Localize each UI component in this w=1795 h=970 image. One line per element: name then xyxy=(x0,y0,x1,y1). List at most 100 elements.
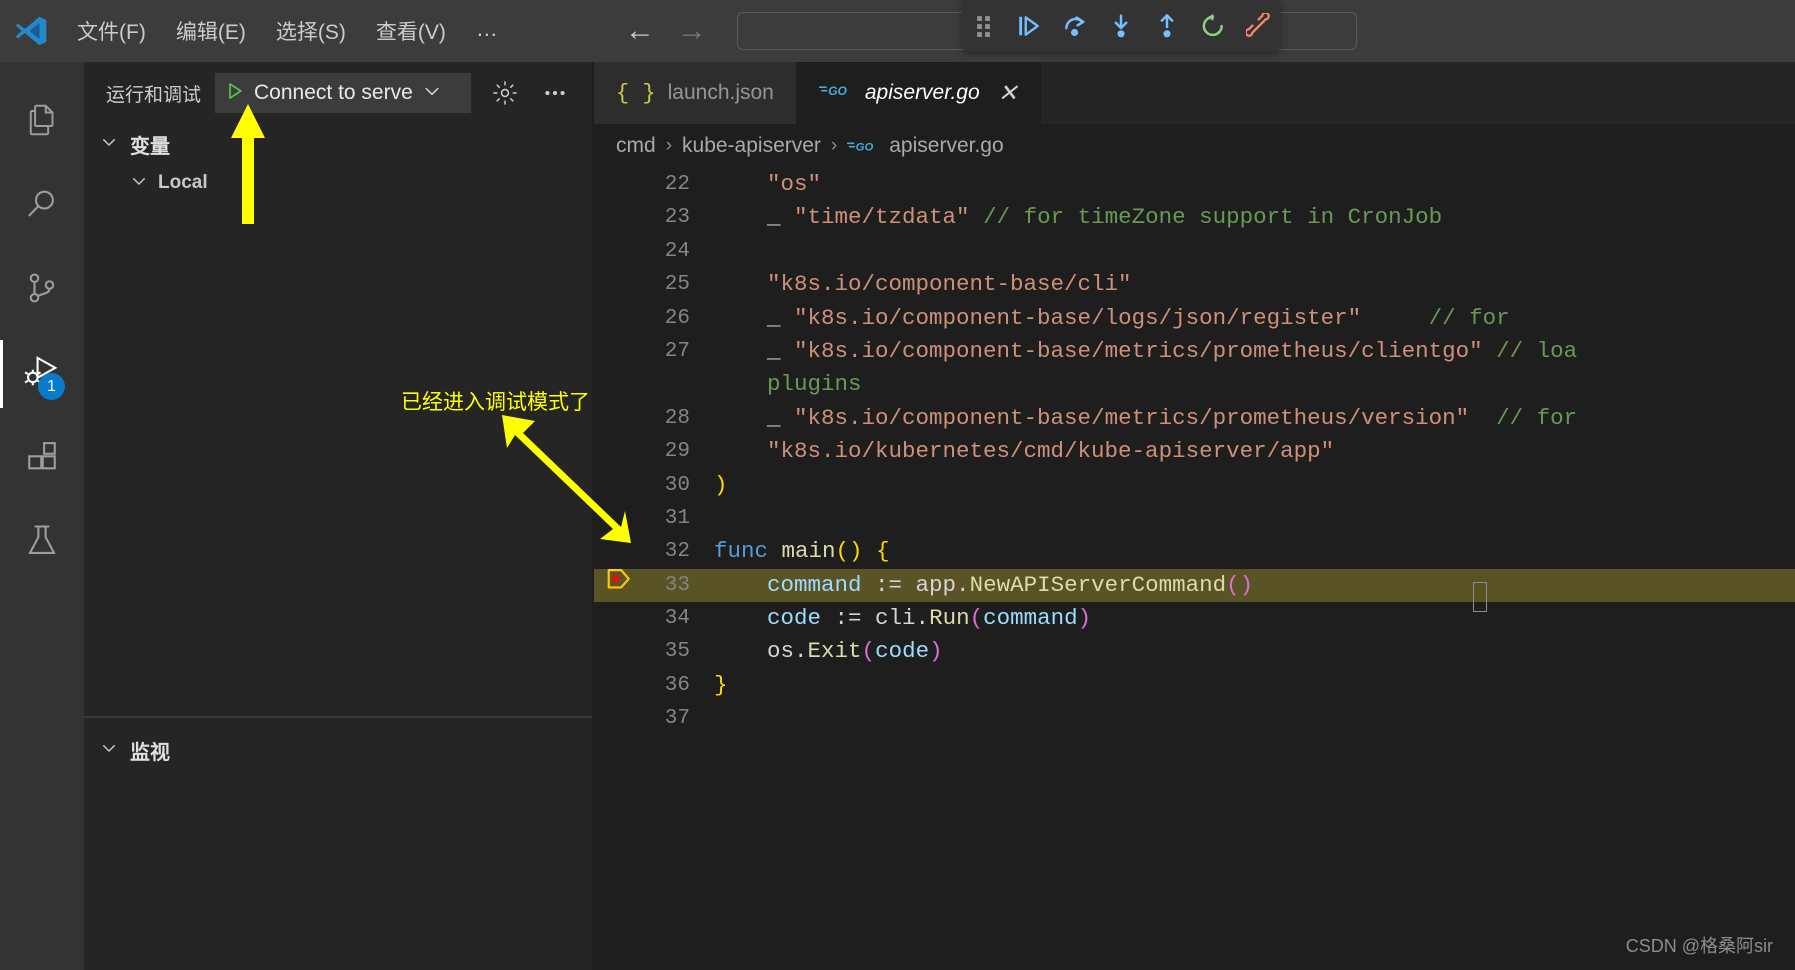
code-line[interactable]: 30) xyxy=(594,469,1795,502)
chevron-down-icon[interactable] xyxy=(422,81,442,106)
drag-handle-icon[interactable] xyxy=(963,6,1003,46)
code-line[interactable]: plugins xyxy=(594,368,1795,401)
watch-section: 监视 xyxy=(84,717,594,770)
tab-launch-json[interactable]: { } launch.json xyxy=(594,62,797,124)
code-line-text: "os" xyxy=(767,171,822,197)
line-number-gutter[interactable]: 22 xyxy=(594,168,706,201)
line-number-gutter[interactable]: 34 xyxy=(594,602,706,635)
code-line[interactable]: 33 command := app.NewAPIServerCommand() xyxy=(594,568,1795,603)
line-number-gutter[interactable]: 36 xyxy=(594,669,706,702)
disconnect-icon[interactable] xyxy=(1239,6,1279,46)
watch-section-title: 监视 xyxy=(130,741,170,764)
sidebar-item-run-and-debug[interactable]: 1 xyxy=(0,332,84,416)
step-into-icon[interactable] xyxy=(1101,6,1141,46)
title-bar: 文件(F) 编辑(E) 选择(S) 查看(V) … ← → xyxy=(0,0,1795,62)
code-line[interactable]: 34 code := cli.Run(command) xyxy=(594,602,1795,635)
code-line-text: code := cli.Run(command) xyxy=(767,605,1092,632)
sidebar-item-explorer[interactable] xyxy=(0,80,84,164)
line-number-gutter[interactable]: 31 xyxy=(594,502,706,535)
code-line[interactable]: 37 xyxy=(594,702,1795,735)
code-line[interactable]: 31 xyxy=(594,502,1795,535)
line-number-gutter[interactable]: 30 xyxy=(594,469,706,502)
code-line-text: _ "k8s.io/component-base/metrics/prometh… xyxy=(767,337,1578,364)
search-icon xyxy=(24,186,60,227)
menu-selection[interactable]: 选择(S) xyxy=(263,12,359,50)
navigation-arrows: ← → xyxy=(623,16,709,46)
code-line-text: } xyxy=(714,671,728,698)
menu-view[interactable]: 查看(V) xyxy=(363,12,459,50)
code-line[interactable]: 27 _ "k8s.io/component-base/metrics/prome… xyxy=(594,335,1795,368)
line-number-gutter[interactable]: 29 xyxy=(594,435,706,468)
line-number-gutter[interactable]: 25 xyxy=(594,268,706,301)
chevron-down-icon[interactable] xyxy=(98,739,120,761)
menu-more[interactable]: … xyxy=(463,16,513,46)
chevron-down-icon[interactable] xyxy=(130,172,148,195)
variables-scope-local[interactable]: Local xyxy=(84,164,594,202)
beaker-icon xyxy=(24,522,60,563)
launch-configuration-select[interactable]: Connect to serve xyxy=(215,73,472,113)
code-line[interactable]: 32 func main() { xyxy=(594,535,1795,568)
restart-icon[interactable] xyxy=(1193,6,1233,46)
variables-section-title: 变量 xyxy=(130,135,170,158)
line-number-gutter[interactable]: 28 xyxy=(594,402,706,435)
step-out-icon[interactable] xyxy=(1147,6,1187,46)
play-icon[interactable] xyxy=(225,81,245,106)
code-line[interactable]: 23 _ "time/tzdata" // for timeZone suppor… xyxy=(594,201,1795,234)
editor-area: { } launch.json GO apiserver.go ✕ cmd › … xyxy=(594,62,1795,970)
debug-toolbar xyxy=(962,0,1280,52)
sidebar-title: 运行和调试 xyxy=(106,84,202,106)
tab-apiserver-go[interactable]: GO apiserver.go ✕ xyxy=(796,62,1041,124)
code-line[interactable]: 22 "os" xyxy=(594,168,1795,201)
line-number-gutter[interactable]: 24 xyxy=(594,235,706,268)
gear-icon[interactable] xyxy=(483,71,527,115)
close-icon[interactable]: ✕ xyxy=(998,79,1018,108)
code-line[interactable]: 36} xyxy=(594,669,1795,702)
line-number-gutter[interactable]: 33 xyxy=(594,569,706,602)
breadcrumb-item-kube-apiserver[interactable]: kube-apiserver xyxy=(682,134,821,158)
code-line[interactable]: 29 "k8s.io/kubernetes/cmd/kube-apiserver/… xyxy=(594,435,1795,468)
tab-label: apiserver.go xyxy=(864,81,980,104)
breadcrumb-item-apiserver-go[interactable]: apiserver.go xyxy=(889,134,1003,158)
line-number-gutter[interactable]: 37 xyxy=(594,702,706,735)
code-line[interactable]: 28 _ "k8s.io/component-base/metrics/prome… xyxy=(594,402,1795,435)
code-line[interactable]: 26 _ "k8s.io/component-base/logs/json/reg… xyxy=(594,302,1795,335)
breadcrumb-item-cmd[interactable]: cmd xyxy=(616,134,656,158)
activity-bar: 1 xyxy=(0,62,84,970)
breakpoint-current-icon[interactable] xyxy=(606,566,632,604)
sidebar-item-testing[interactable] xyxy=(0,500,84,584)
line-number-gutter[interactable]: 32 xyxy=(594,535,706,568)
continue-icon[interactable] xyxy=(1009,6,1049,46)
line-number-gutter[interactable]: 35 xyxy=(594,635,706,668)
vscode-logo-icon xyxy=(0,0,62,62)
line-number-gutter[interactable]: 26 xyxy=(594,302,706,335)
breadcrumb: cmd › kube-apiserver › GO apiserver.go xyxy=(594,124,1795,168)
code-line[interactable]: 35 os.Exit(code) xyxy=(594,635,1795,668)
menu-edit[interactable]: 编辑(E) xyxy=(163,12,259,50)
more-icon[interactable] xyxy=(533,71,577,115)
watch-section-header[interactable]: 监视 xyxy=(84,730,594,770)
step-over-icon[interactable] xyxy=(1055,6,1095,46)
forward-arrow-icon[interactable]: → xyxy=(675,16,709,46)
sidebar-item-source-control[interactable] xyxy=(0,248,84,332)
menu-file[interactable]: 文件(F) xyxy=(64,12,159,50)
files-icon xyxy=(24,102,60,143)
editor-tab-bar: { } launch.json GO apiserver.go ✕ xyxy=(594,62,1795,124)
watermark: CSDN @格桑阿sir xyxy=(1625,936,1773,956)
code-line[interactable]: 25 "k8s.io/component-base/cli" xyxy=(594,268,1795,301)
code-line[interactable]: 24 xyxy=(594,235,1795,268)
sidebar-item-extensions[interactable] xyxy=(0,416,84,500)
svg-text:GO: GO xyxy=(828,84,847,98)
code-line-text: command := app.NewAPIServerCommand() xyxy=(767,571,1254,598)
line-number-gutter[interactable]: 27 xyxy=(594,335,706,368)
code-line-text: func main() { xyxy=(714,538,890,565)
svg-text:GO: GO xyxy=(856,142,874,154)
breadcrumb-separator: › xyxy=(665,135,673,156)
sidebar-item-search[interactable] xyxy=(0,164,84,248)
back-arrow-icon[interactable]: ← xyxy=(623,16,657,46)
line-number-gutter[interactable]: 23 xyxy=(594,201,706,234)
code-line-text: _ "k8s.io/component-base/logs/json/regis… xyxy=(767,304,1510,331)
code-editor[interactable]: 22 "os" 23 _ "time/tzdata" // for timeZone … xyxy=(594,168,1795,970)
chevron-down-icon[interactable] xyxy=(98,133,120,155)
variables-section-header[interactable]: 变量 xyxy=(84,124,594,164)
go-icon: GO xyxy=(847,137,879,155)
